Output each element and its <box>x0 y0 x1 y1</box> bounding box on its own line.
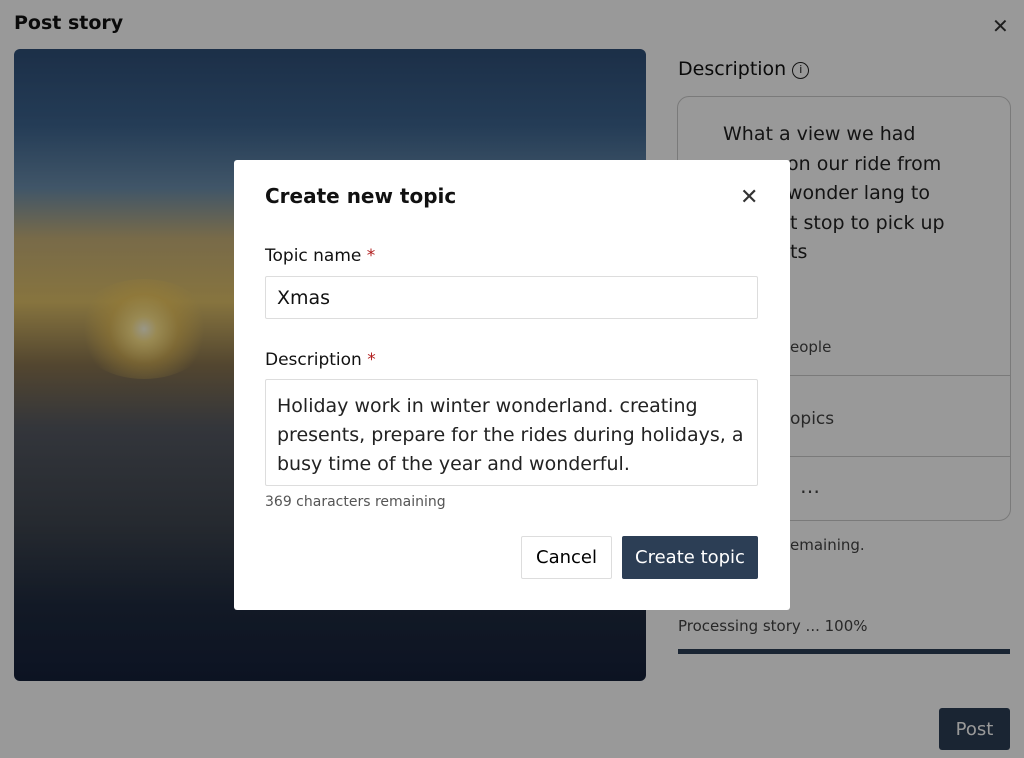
cancel-button[interactable]: Cancel <box>521 536 612 579</box>
create-topic-button[interactable]: Create topic <box>622 536 758 579</box>
create-topic-dialog: Create new topic ✕ Topic name * Descript… <box>234 160 790 610</box>
dialog-title: Create new topic <box>265 184 457 208</box>
description-textarea[interactable]: Holiday work in winter wonderland. creat… <box>265 379 758 486</box>
topic-name-input[interactable] <box>265 276 758 319</box>
close-icon[interactable]: ✕ <box>740 184 758 210</box>
topic-name-label: Topic name * <box>265 246 376 266</box>
characters-remaining: 369 characters remaining <box>265 494 446 510</box>
description-label: Description * <box>265 350 376 370</box>
